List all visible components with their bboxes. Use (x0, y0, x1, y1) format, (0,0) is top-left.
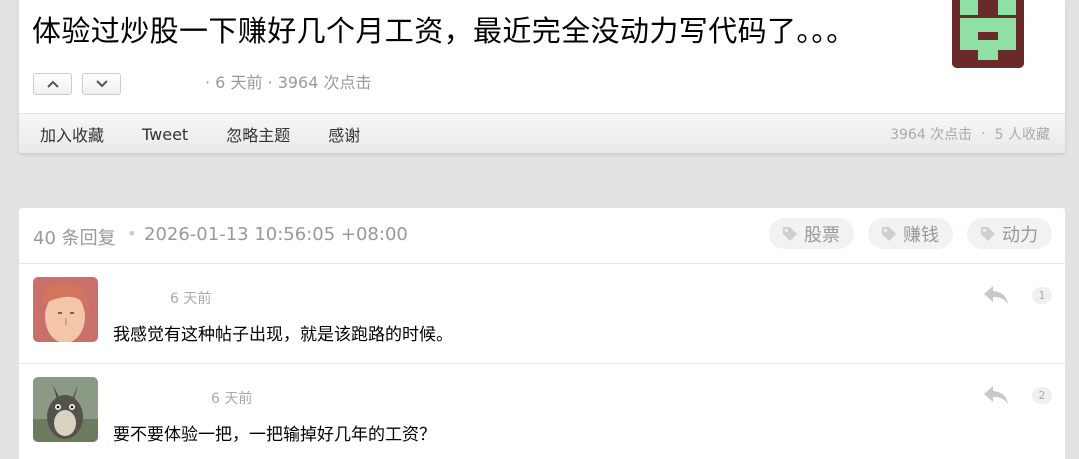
replies-header: 40 条回复 • 2026-01-13 10:56:05 +08:00 股票 赚… (19, 208, 1065, 264)
topic-stats: 3964 次点击 · 5 人收藏 (890, 114, 1050, 154)
tag-icon (981, 226, 995, 241)
chevron-up-icon (46, 80, 59, 88)
thanks-link[interactable]: 感谢 (328, 122, 360, 146)
upvote-button[interactable] (33, 73, 72, 95)
topic-meta: · 6 天前 · 3964 次点击 (205, 73, 372, 92)
reply-arrow-icon[interactable] (982, 384, 1010, 406)
tag-list: 股票 赚钱 动力 (769, 218, 1052, 249)
tag-label: 股票 (804, 224, 840, 246)
tag-make-money[interactable]: 赚钱 (868, 218, 953, 249)
reply-item: 6 天前 要不要体验一把，一把输掉好几年的工资？ 2 (19, 364, 1065, 459)
header-dot: • (127, 224, 137, 243)
tag-label: 动力 (1002, 224, 1038, 246)
add-favorite-link[interactable]: 加入收藏 (40, 122, 104, 146)
tweet-link[interactable]: Tweet (142, 125, 188, 144)
topic-title: 体验过炒股一下赚好几个月工资，最近完全没动力写代码了。。。 (32, 14, 856, 48)
topic-toolbar: 加入收藏 Tweet 忽略主题 感谢 3964 次点击 · 5 人收藏 (19, 113, 1065, 153)
vote-buttons (33, 73, 121, 95)
reply-arrow-icon[interactable] (982, 284, 1010, 306)
floor-number: 1 (1032, 287, 1052, 304)
author-avatar[interactable] (952, 0, 1024, 68)
avatar[interactable] (33, 377, 98, 442)
avatar-image (33, 377, 98, 442)
reply-time: 6 天前 (170, 291, 212, 307)
reply-item: 6 天前 我感觉有这种帖子出现，就是该跑路的时候。 1 (19, 264, 1065, 364)
avatar-image (33, 277, 98, 342)
tag-icon (882, 226, 896, 241)
reply-count: 40 条回复 (33, 228, 116, 249)
tag-stocks[interactable]: 股票 (769, 218, 854, 249)
tag-icon (783, 226, 797, 241)
click-count: 3964 次点击 (890, 127, 973, 143)
tag-motivation[interactable]: 动力 (967, 218, 1052, 249)
reply-content: 我感觉有这种帖子出现，就是该跑路的时候。 (113, 325, 453, 345)
tag-label: 赚钱 (903, 224, 939, 246)
replies-card: 40 条回复 • 2026-01-13 10:56:05 +08:00 股票 赚… (19, 208, 1065, 459)
chevron-down-icon (95, 80, 108, 88)
author-avatar-identicon (952, 0, 1024, 68)
reply-content: 要不要体验一把，一把输掉好几年的工资？ (113, 425, 436, 445)
floor-number: 2 (1032, 387, 1052, 404)
ignore-topic-link[interactable]: 忽略主题 (226, 122, 290, 146)
stats-separator: · (981, 126, 986, 142)
topic-card: 体验过炒股一下赚好几个月工资，最近完全没动力写代码了。。。 · 6 天前 · 3… (19, 0, 1065, 153)
avatar[interactable] (33, 277, 98, 342)
topic-date: 2026-01-13 10:56:05 +08:00 (144, 224, 408, 245)
downvote-button[interactable] (82, 73, 121, 95)
reply-time: 6 天前 (211, 391, 253, 407)
favorite-count: 5 人收藏 (994, 127, 1050, 143)
